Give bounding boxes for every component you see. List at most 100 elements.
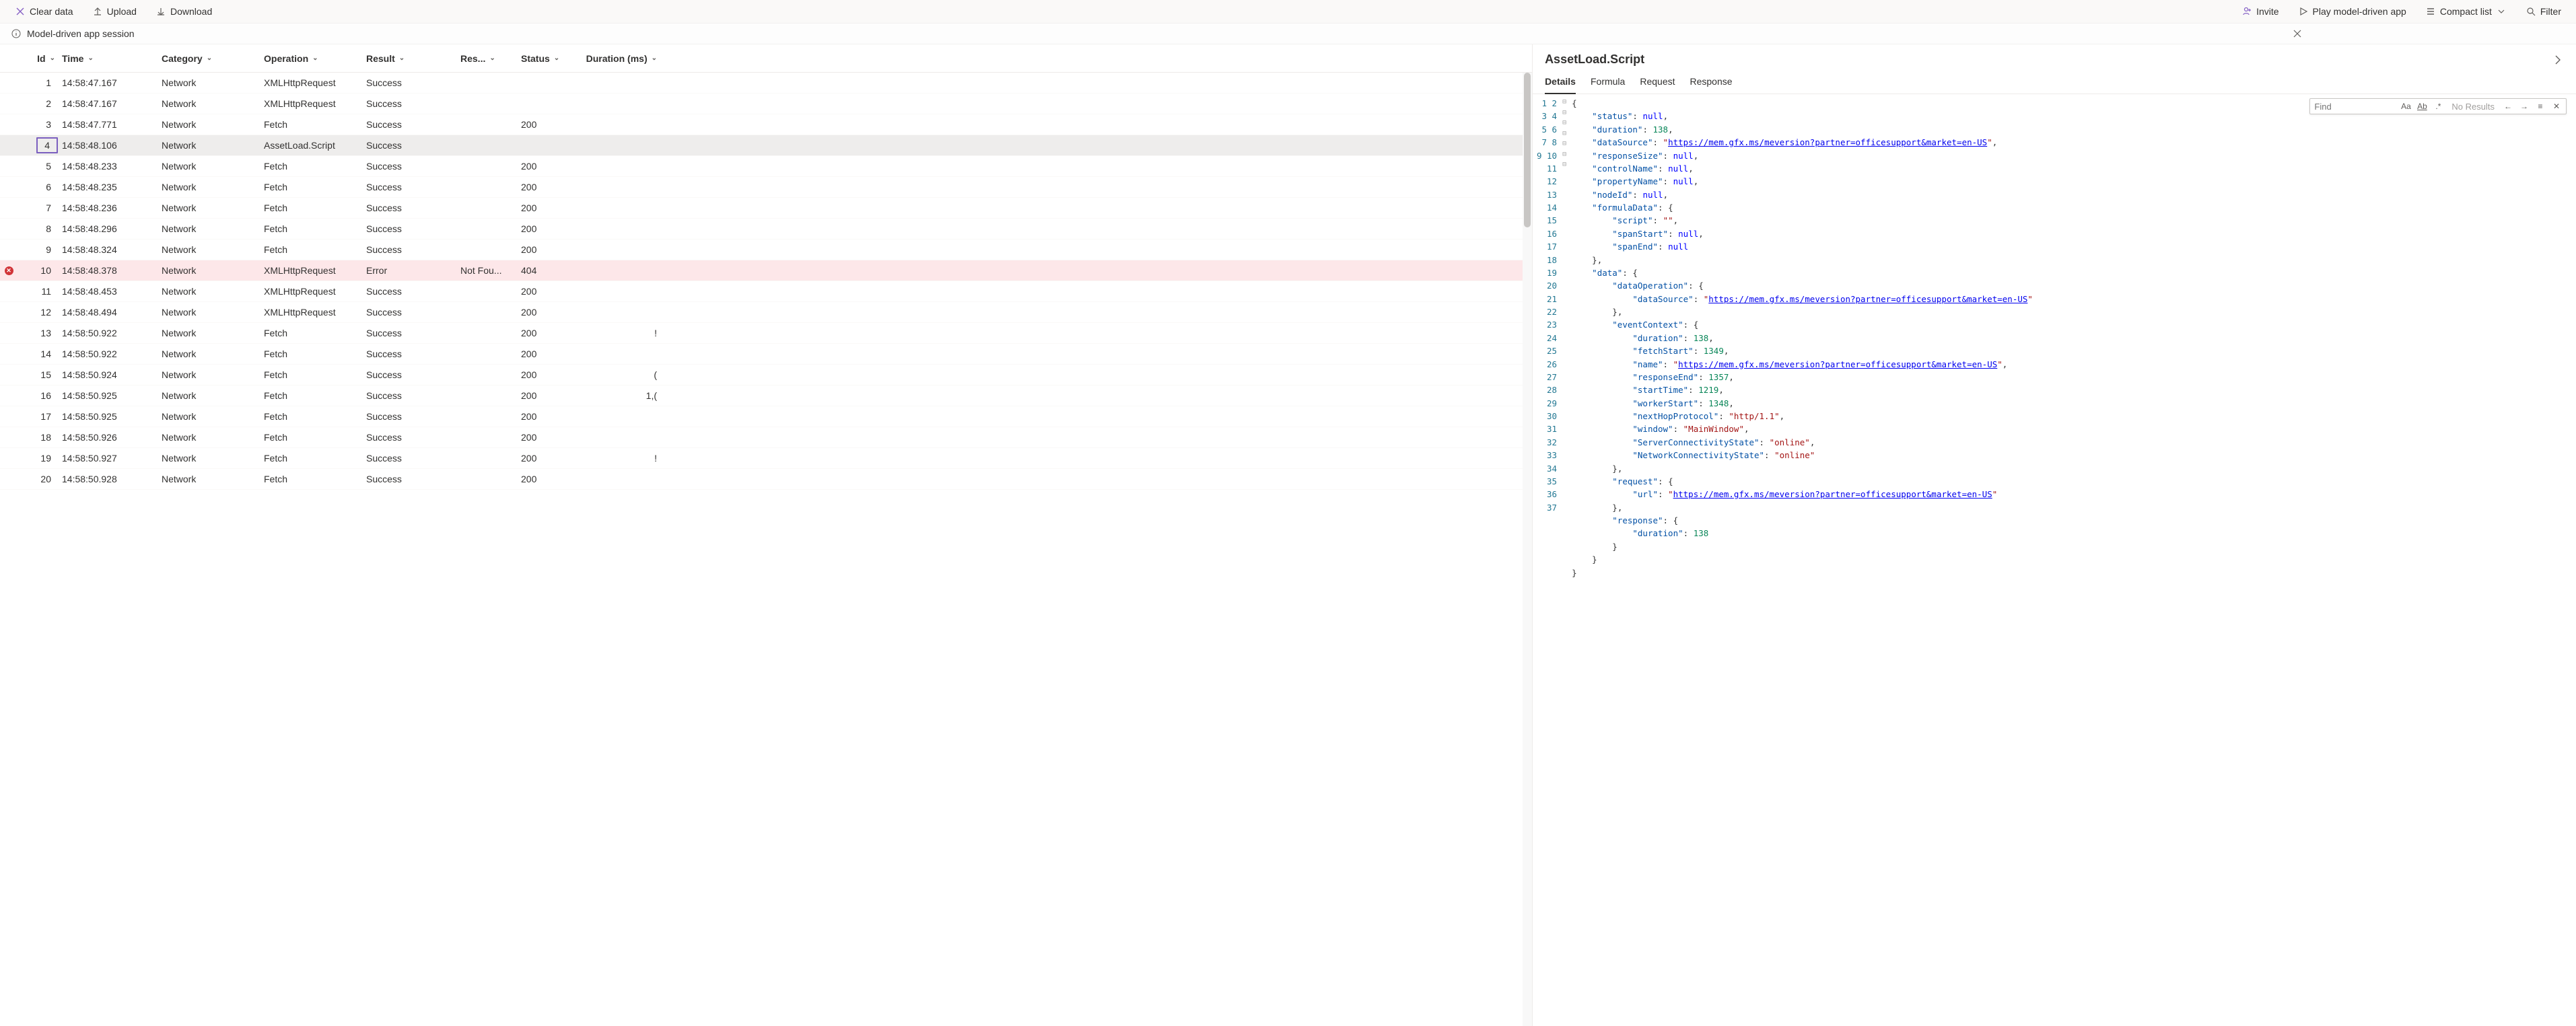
cell-category: Network [162, 307, 264, 318]
cell-category: Network [162, 161, 264, 172]
prev-match-icon[interactable]: ← [2503, 101, 2513, 112]
cell-res2: Not Fou... [460, 265, 521, 276]
cell-operation: Fetch [264, 328, 366, 338]
table-row[interactable]: 1614:58:50.925NetworkFetchSuccess2001,( [0, 386, 1532, 406]
cell-operation: XMLHttpRequest [264, 77, 366, 88]
tab-request[interactable]: Request [1640, 72, 1675, 94]
details-pane: AssetLoad.Script Details Formula Request… [1533, 44, 2576, 1026]
json-viewer[interactable]: 1 2 3 4 5 6 7 8 9 10 11 12 13 14 15 16 1… [1533, 94, 2576, 1026]
table-row[interactable]: 114:58:47.167NetworkXMLHttpRequestSucces… [0, 73, 1532, 94]
cell-operation: Fetch [264, 182, 366, 192]
upload-label: Upload [107, 6, 137, 17]
col-header-time[interactable]: Time⌄ [62, 53, 162, 64]
clear-data-button[interactable]: Clear data [11, 3, 77, 20]
cell-id: 8 [13, 222, 62, 235]
table-header-row: Id⌄ Time⌄ Category⌄ Operation⌄ Result⌄ R… [0, 44, 1532, 73]
find-in-selection-icon[interactable]: ≡ [2535, 101, 2546, 112]
table-body: 114:58:47.167NetworkXMLHttpRequestSucces… [0, 73, 1532, 1026]
col-header-duration-label: Duration (ms) [586, 53, 648, 64]
tab-formula[interactable]: Formula [1591, 72, 1625, 94]
upload-button[interactable]: Upload [88, 3, 141, 20]
cell-status: 200 [521, 182, 583, 192]
cell-id: 17 [13, 410, 62, 423]
cell-category: Network [162, 244, 264, 255]
table-row[interactable]: 914:58:48.324NetworkFetchSuccess200 [0, 240, 1532, 260]
table-row[interactable]: 514:58:48.233NetworkFetchSuccess200 [0, 156, 1532, 177]
cell-status: 200 [521, 474, 583, 484]
cell-status: 200 [521, 244, 583, 255]
cell-id: 7 [13, 201, 62, 215]
col-header-status[interactable]: Status⌄ [521, 53, 583, 64]
chevron-down-icon [2496, 6, 2507, 17]
tab-response[interactable]: Response [1690, 72, 1733, 94]
cell-id: 12 [13, 305, 62, 319]
cell-category: Network [162, 182, 264, 192]
regex-icon[interactable]: .* [2433, 101, 2443, 112]
cell-duration: 1,( [583, 390, 657, 401]
cell-operation: Fetch [264, 411, 366, 422]
session-bar: Model-driven app session [0, 23, 2576, 44]
cell-operation: XMLHttpRequest [264, 265, 366, 276]
table-row[interactable]: 714:58:48.236NetworkFetchSuccess200 [0, 198, 1532, 219]
cell-category: Network [162, 77, 264, 88]
cell-operation: Fetch [264, 349, 366, 359]
cell-time: 14:58:48.296 [62, 223, 162, 234]
table-row[interactable]: 1914:58:50.927NetworkFetchSuccess200! [0, 448, 1532, 469]
cell-id: 2 [13, 97, 62, 110]
cell-operation: Fetch [264, 161, 366, 172]
col-header-id-label: Id [37, 53, 45, 64]
col-header-id[interactable]: Id⌄ [13, 53, 62, 64]
chevron-down-icon: ⌄ [489, 54, 495, 62]
tab-details[interactable]: Details [1545, 72, 1576, 94]
match-word-icon[interactable]: Ab [2416, 101, 2427, 112]
download-button[interactable]: Download [151, 3, 216, 20]
table-row[interactable]: 1514:58:50.924NetworkFetchSuccess200( [0, 365, 1532, 386]
cell-id: 10 [13, 264, 62, 277]
cell-category: Network [162, 286, 264, 297]
cell-status: 200 [521, 411, 583, 422]
compact-list-button[interactable]: Compact list [2421, 3, 2511, 20]
cell-status: 200 [521, 432, 583, 443]
play-app-button[interactable]: Play model-driven app [2294, 3, 2410, 20]
next-match-icon[interactable]: → [2519, 101, 2530, 112]
details-tabs: Details Formula Request Response [1533, 72, 2576, 94]
table-row[interactable]: 1214:58:48.494NetworkXMLHttpRequestSucce… [0, 302, 1532, 323]
session-close-button[interactable] [2293, 30, 2301, 38]
cell-result: Success [366, 390, 460, 401]
download-label: Download [170, 6, 212, 17]
table-row[interactable]: 614:58:48.235NetworkFetchSuccess200 [0, 177, 1532, 198]
cell-status: 200 [521, 223, 583, 234]
col-header-res2[interactable]: Res...⌄ [460, 53, 521, 64]
find-input[interactable] [2314, 102, 2395, 112]
filter-button[interactable]: Filter [2521, 3, 2565, 20]
cell-time: 14:58:47.771 [62, 119, 162, 130]
match-case-icon[interactable]: Aa [2400, 101, 2411, 112]
col-header-duration[interactable]: Duration (ms)⌄ [583, 53, 657, 64]
table-row[interactable]: 414:58:48.106NetworkAssetLoad.ScriptSucc… [0, 135, 1532, 156]
cell-category: Network [162, 140, 264, 151]
table-row[interactable]: 1114:58:48.453NetworkXMLHttpRequestSucce… [0, 281, 1532, 302]
col-header-result[interactable]: Result⌄ [366, 53, 460, 64]
table-row[interactable]: 814:58:48.296NetworkFetchSuccess200 [0, 219, 1532, 240]
invite-button[interactable]: Invite [2237, 3, 2283, 20]
cell-category: Network [162, 411, 264, 422]
scrollbar-thumb[interactable] [1524, 73, 1531, 227]
table-row[interactable]: 2014:58:50.928NetworkFetchSuccess200 [0, 469, 1532, 490]
cell-operation: XMLHttpRequest [264, 286, 366, 297]
col-header-operation[interactable]: Operation⌄ [264, 53, 366, 64]
table-row[interactable]: ✕1014:58:48.378NetworkXMLHttpRequestErro… [0, 260, 1532, 281]
table-row[interactable]: 1714:58:50.925NetworkFetchSuccess200 [0, 406, 1532, 427]
cell-time: 14:58:50.926 [62, 432, 162, 443]
table-row[interactable]: 314:58:47.771NetworkFetchSuccess200 [0, 114, 1532, 135]
col-header-category[interactable]: Category⌄ [162, 53, 264, 64]
cell-time: 14:58:47.167 [62, 98, 162, 109]
close-find-icon[interactable]: ✕ [2551, 101, 2562, 112]
col-header-time-label: Time [62, 53, 83, 64]
filter-label: Filter [2540, 6, 2561, 17]
expand-arrow-button[interactable] [2552, 54, 2564, 66]
cell-result: Success [366, 328, 460, 338]
table-row[interactable]: 1814:58:50.926NetworkFetchSuccess200 [0, 427, 1532, 448]
table-row[interactable]: 1314:58:50.922NetworkFetchSuccess200! [0, 323, 1532, 344]
table-row[interactable]: 214:58:47.167NetworkXMLHttpRequestSucces… [0, 94, 1532, 114]
table-row[interactable]: 1414:58:50.922NetworkFetchSuccess200 [0, 344, 1532, 365]
